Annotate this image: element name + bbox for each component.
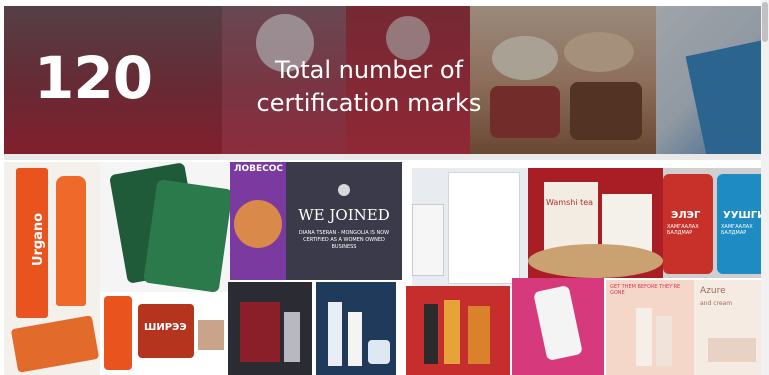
bottle bbox=[284, 312, 300, 362]
we-joined-tile: WE JOINED DIANA TSERAN - MONGOLIA IS NOW… bbox=[286, 162, 402, 280]
mask-pack-front bbox=[143, 179, 230, 292]
cookie-product-tile: ЛОВЕСОС bbox=[230, 162, 286, 280]
tea-tray bbox=[528, 244, 663, 278]
cookie-bowl bbox=[234, 200, 282, 248]
gift-box-left bbox=[412, 204, 444, 276]
toothpaste-pack bbox=[10, 315, 100, 373]
cream-sub-label: and cream bbox=[700, 300, 733, 307]
gift-boxes-tile bbox=[412, 168, 528, 286]
peach-bottle-2 bbox=[656, 316, 672, 366]
tea-label: Wamshi tea bbox=[546, 198, 594, 207]
pink-bottle bbox=[533, 285, 583, 361]
cookie-brand-label: ЛОВЕСОС bbox=[234, 164, 283, 174]
basket-bottle-1 bbox=[424, 304, 438, 364]
peach-bottle-1 bbox=[636, 308, 652, 366]
mask-packs-tile bbox=[100, 162, 230, 292]
pink-product-tile bbox=[512, 278, 604, 375]
basket-bottle-3 bbox=[468, 306, 490, 364]
urgano-toothpaste-tile: Urgano bbox=[4, 162, 100, 375]
certification-count: 120 bbox=[34, 44, 153, 112]
skincare-jar bbox=[368, 340, 390, 364]
peach-banner-label: GET THEM BEFORE THEY'RE GONE bbox=[610, 284, 681, 296]
we-joined-heading: WE JOINED bbox=[298, 206, 390, 224]
skincare-bottle-1 bbox=[328, 302, 342, 366]
basket-bottle-2 bbox=[444, 300, 460, 364]
blue-skincare-tile bbox=[316, 282, 396, 375]
section-divider bbox=[4, 154, 769, 160]
skincare-bottle-2 bbox=[348, 312, 362, 366]
toothpaste-tube bbox=[56, 176, 86, 306]
we-joined-subtitle: DIANA TSERAN - MONGOLIA IS NOW CERTIFIED… bbox=[298, 230, 390, 250]
gift-box-main bbox=[448, 172, 520, 284]
juice-left-label: ЭЛЭГ bbox=[671, 210, 701, 221]
scrollbar[interactable] bbox=[761, 0, 769, 375]
bolshoy-label: ШИРЭЭ bbox=[144, 322, 187, 333]
juice-right-label: УУШГИ bbox=[723, 210, 766, 221]
cream-tube bbox=[708, 338, 756, 362]
certification-caption: Total number of certification marks bbox=[256, 56, 482, 117]
urgano-products-tile: ШИРЭЭ bbox=[100, 292, 230, 375]
peach-product-tile: GET THEM BEFORE THEY'RE GONE bbox=[606, 280, 694, 375]
gift-basket-tile bbox=[406, 286, 510, 375]
urgano-brand-label: Urgano bbox=[31, 212, 47, 267]
cream-product-tile: Azure and cream bbox=[694, 280, 769, 375]
joined-logo bbox=[338, 184, 350, 196]
tea-box-right bbox=[602, 194, 652, 252]
cream-brand-label: Azure bbox=[700, 286, 726, 296]
book-serum-tile bbox=[228, 282, 312, 375]
certification-banner: 120 Total number of certification marks bbox=[4, 6, 769, 154]
cream-tube bbox=[104, 296, 132, 370]
scrollbar-thumb[interactable] bbox=[762, 2, 768, 42]
juice-left-sub: ХАМГААЛАХ БАЛДМАР bbox=[667, 224, 699, 236]
tea-boxes-tile: Wamshi tea bbox=[528, 168, 663, 278]
book bbox=[240, 302, 280, 362]
juice-pouch-tile: ЭЛЭГ ХАМГААЛАХ БАЛДМАР УУШГИ ХАМГААЛАХ Б… bbox=[663, 168, 769, 278]
small-box bbox=[198, 320, 224, 350]
